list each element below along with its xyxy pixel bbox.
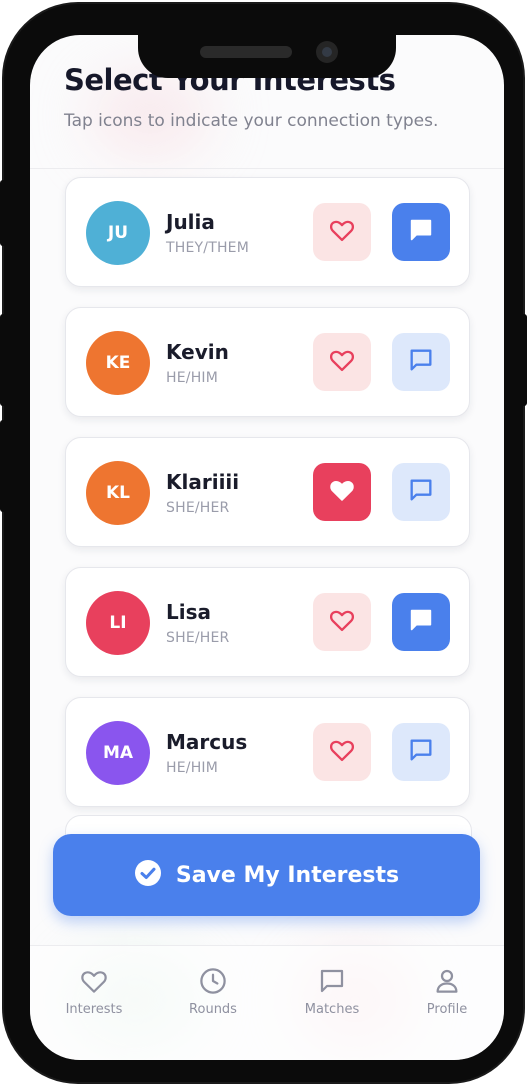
user-icon xyxy=(402,966,492,996)
bottom-tab-bar: Interests Rounds Matches Profile xyxy=(30,945,504,1060)
chat-icon xyxy=(287,966,377,996)
person-pronouns: HE/HIM xyxy=(166,760,219,776)
person-name: Lisa xyxy=(166,600,211,624)
avatar: KL xyxy=(86,461,150,525)
chat-toggle-button[interactable] xyxy=(392,203,450,261)
chat-toggle-button[interactable] xyxy=(392,723,450,781)
person-card: KE Kevin HE/HIM xyxy=(65,307,470,417)
phone-frame: Select Your Interests Tap icons to indic… xyxy=(4,4,523,1082)
volume-down-button xyxy=(0,420,6,512)
tab-matches[interactable]: Matches xyxy=(287,966,377,1017)
power-button xyxy=(521,314,527,406)
heart-toggle-button[interactable] xyxy=(313,203,371,261)
heart-toggle-button[interactable] xyxy=(313,723,371,781)
save-button-label: Save My Interests xyxy=(175,862,400,888)
person-card: KL Klariiii SHE/HER xyxy=(65,437,470,547)
person-pronouns: SHE/HER xyxy=(166,630,230,646)
heart-icon xyxy=(328,606,356,638)
tab-rounds[interactable]: Rounds xyxy=(168,966,258,1017)
heart-toggle-button[interactable] xyxy=(313,593,371,651)
heart-icon xyxy=(328,736,356,768)
person-name: Marcus xyxy=(166,730,248,754)
tab-profile[interactable]: Profile xyxy=(402,966,492,1017)
tab-interests[interactable]: Interests xyxy=(49,966,139,1017)
volume-up-button xyxy=(0,314,6,406)
avatar: KE xyxy=(86,331,150,395)
chat-filled-icon xyxy=(407,216,435,248)
heart-toggle-button[interactable] xyxy=(313,463,371,521)
heart-icon xyxy=(49,966,139,996)
save-interests-button[interactable]: Save My Interests xyxy=(53,834,480,916)
front-camera xyxy=(316,41,338,63)
tab-label: Rounds xyxy=(189,1002,237,1017)
person-name: Klariiii xyxy=(166,470,240,494)
person-pronouns: THEY/THEM xyxy=(166,240,249,256)
chat-filled-icon xyxy=(407,606,435,638)
tab-label: Interests xyxy=(65,1002,123,1017)
person-name: Julia xyxy=(166,210,215,234)
chat-toggle-button[interactable] xyxy=(392,333,450,391)
chat-icon xyxy=(407,346,435,378)
person-pronouns: HE/HIM xyxy=(166,370,219,386)
tab-label: Profile xyxy=(426,1002,468,1017)
heart-toggle-button[interactable] xyxy=(313,333,371,391)
tab-label: Matches xyxy=(304,1002,360,1017)
avatar: MA xyxy=(86,721,150,785)
person-card: MA Marcus HE/HIM xyxy=(65,697,470,807)
chat-icon xyxy=(407,736,435,768)
chat-toggle-button[interactable] xyxy=(392,463,450,521)
person-pronouns: SHE/HER xyxy=(166,500,230,516)
heart-icon xyxy=(328,346,356,378)
avatar: LI xyxy=(86,591,150,655)
person-card: LI Lisa SHE/HER xyxy=(65,567,470,677)
app-screen: Select Your Interests Tap icons to indic… xyxy=(30,35,504,1060)
phone-notch xyxy=(138,8,396,78)
person-card: JU Julia THEY/THEM xyxy=(65,177,470,287)
person-name: Kevin xyxy=(166,340,229,364)
check-circle-icon xyxy=(134,859,162,891)
silent-switch xyxy=(0,180,6,246)
chat-toggle-button[interactable] xyxy=(392,593,450,651)
heart-icon xyxy=(328,216,356,248)
people-list: JU Julia THEY/THEM KE Kevin HE/HIM KL Kl… xyxy=(65,177,470,827)
clock-icon xyxy=(168,966,258,996)
page-subtitle: Tap icons to indicate your connection ty… xyxy=(64,111,439,131)
chat-icon xyxy=(407,476,435,508)
avatar: JU xyxy=(86,201,150,265)
speaker-grille xyxy=(200,46,292,58)
heart-filled-icon xyxy=(328,476,356,508)
